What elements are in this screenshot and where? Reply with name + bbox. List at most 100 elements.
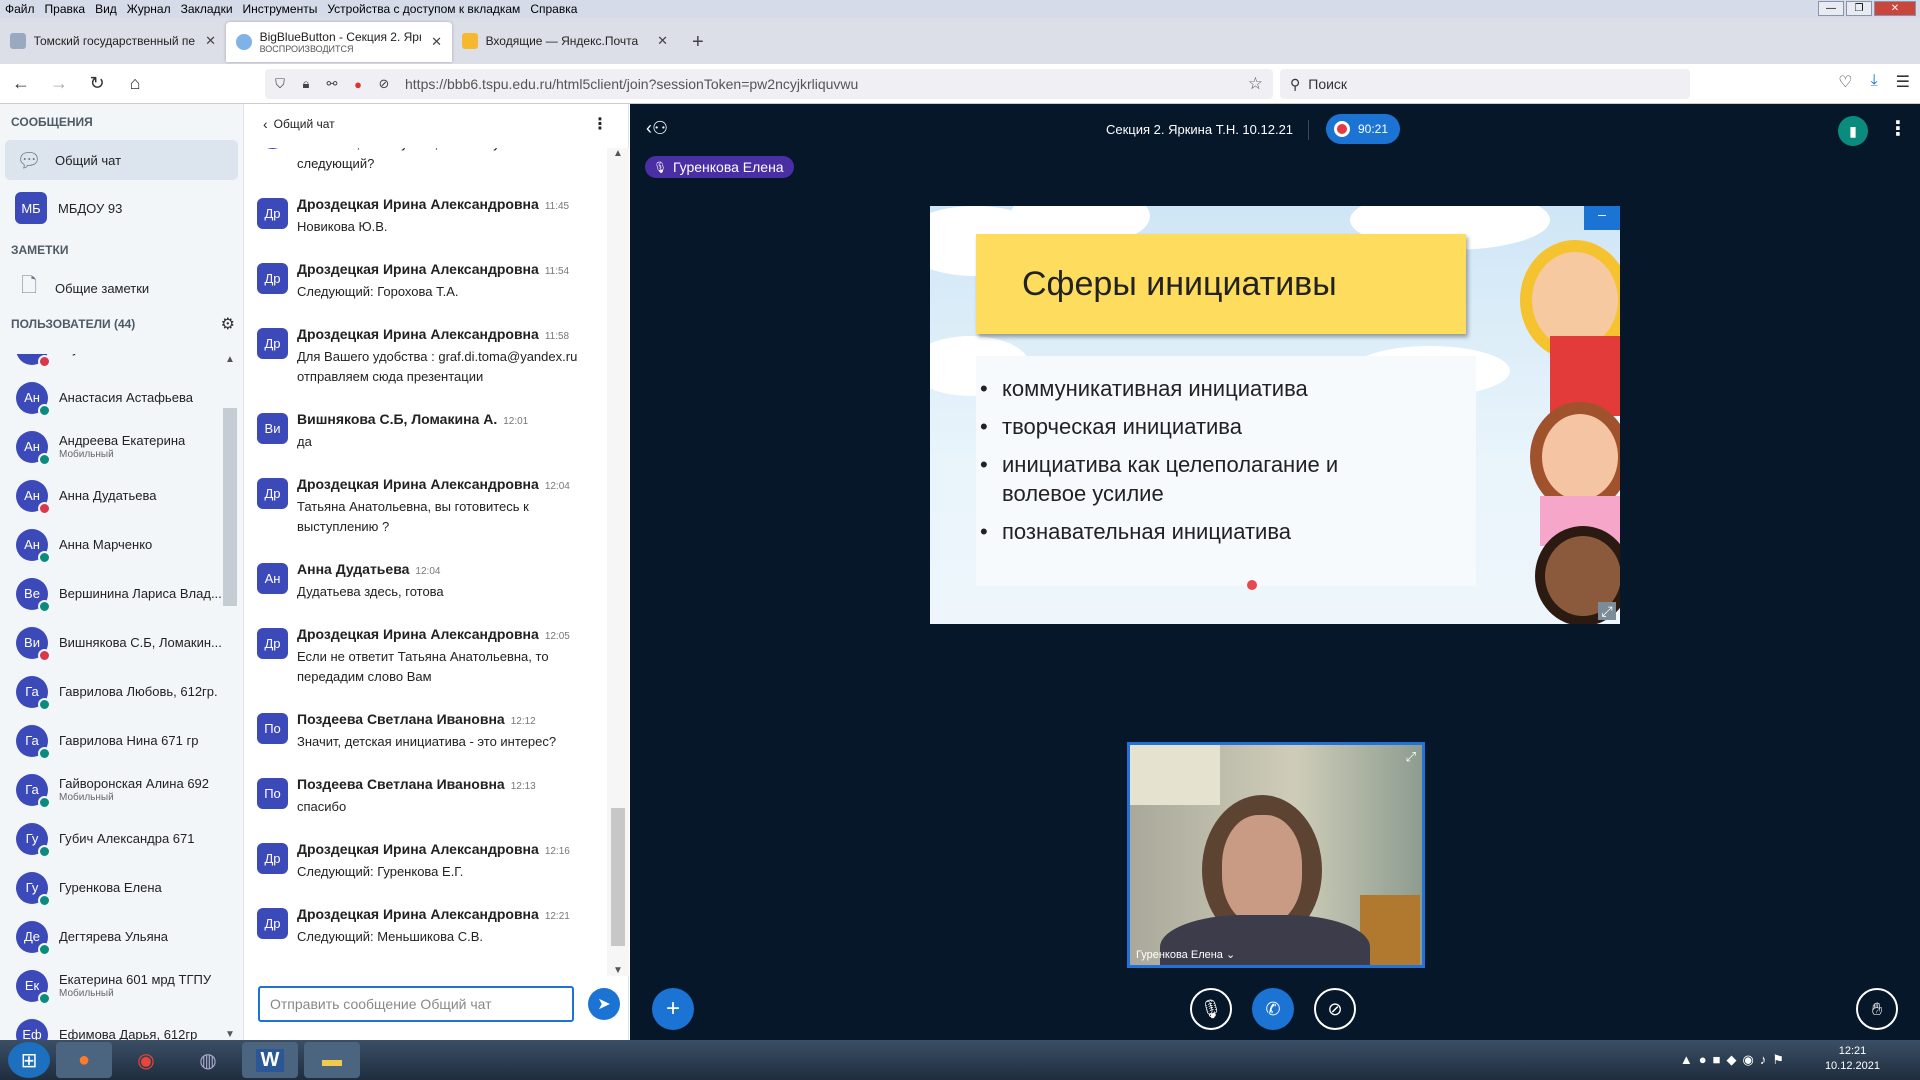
menu-item-7[interactable]: Справка: [525, 2, 582, 16]
connection-status-icon[interactable]: ▮: [1838, 116, 1868, 146]
system-tray-icons[interactable]: ▲●■◆◉♪⚑: [1680, 1052, 1790, 1068]
firefox-taskbar-icon[interactable]: ●: [56, 1042, 112, 1078]
mute-microphone-button[interactable]: 🎙︎: [1190, 988, 1232, 1030]
scroll-thumb[interactable]: [223, 408, 237, 606]
camera-blocked-icon[interactable]: ⊘: [373, 76, 395, 92]
public-chat-item[interactable]: 💬︎ Общий чат: [5, 140, 238, 180]
user-list-item[interactable]: Ве Вершинина Лариса Влад...: [0, 569, 222, 618]
users-toggle-icon[interactable]: ‹⚇: [646, 118, 668, 139]
reload-icon[interactable]: ↻: [80, 69, 114, 99]
url-text[interactable]: https://bbb6.tspu.edu.ru/html5client/joi…: [405, 76, 858, 92]
maximize-button[interactable]: ❐: [1846, 1, 1872, 16]
menu-item-1[interactable]: Правка: [40, 2, 91, 16]
fullscreen-icon[interactable]: ⤢: [1406, 749, 1416, 765]
browser-menubar: Файл Правка Вид Журнал Закладки Инструменты Ус…: [0, 0, 1920, 18]
slide-bullets: коммуникативная инициатива творческая ини…: [980, 374, 1420, 555]
scroll-thumb[interactable]: [611, 808, 625, 946]
chat-title[interactable]: Общий чат: [274, 117, 335, 131]
hamburger-menu-icon[interactable]: ☰: [1896, 72, 1910, 92]
webcam-video[interactable]: ⤢ Гуренкова Елена ⌄: [1127, 742, 1425, 968]
search-bar[interactable]: ⚲ Поиск: [1280, 69, 1690, 99]
user-list-item[interactable]: Га Гайворонская Алина 692 Мобильный: [0, 765, 222, 814]
download-icon[interactable]: ⤓: [1871, 72, 1878, 92]
chat-scrollbar[interactable]: ▲ ▼: [607, 148, 629, 976]
user-list-item[interactable]: Еф Ефимова Дарья, 612гр: [0, 1010, 222, 1040]
close-window-button[interactable]: ✕: [1874, 1, 1916, 16]
user-list-item[interactable]: Ан Анна Дудатьева: [0, 471, 222, 520]
chat-panel: ‹ Общий чат ⋮ напишите, пожалуйста, кто …: [245, 104, 629, 1040]
actions-plus-button[interactable]: +: [652, 988, 694, 1030]
bookmark-star-icon[interactable]: ☆: [1248, 74, 1263, 94]
chrome-taskbar-icon[interactable]: ◉: [118, 1042, 174, 1078]
back-arrow-icon[interactable]: ←: [4, 69, 38, 99]
menu-item-5[interactable]: Инструменты: [238, 2, 323, 16]
user-list-item[interactable]: Ак акулова: [0, 354, 222, 373]
gear-icon[interactable]: ⚙: [221, 314, 235, 334]
lock-icon[interactable]: 🔒︎: [295, 76, 317, 92]
scroll-down-icon[interactable]: ▼: [222, 1029, 238, 1040]
shield-icon[interactable]: ⛉: [269, 76, 291, 92]
home-icon[interactable]: ⌂: [118, 69, 152, 99]
avatar: Ви: [16, 626, 51, 662]
raise-hand-button[interactable]: ✋︎: [1856, 988, 1898, 1030]
user-list-scrollbar[interactable]: ▲ ▼: [222, 354, 238, 1040]
private-chat-item[interactable]: МБ МБДОУ 93: [5, 188, 238, 228]
user-list-item[interactable]: Гу Губич Александра 671: [0, 814, 222, 863]
user-list-item[interactable]: Гу Гуренкова Елена: [0, 863, 222, 912]
taskbar-clock[interactable]: 12:21 10.12.2021: [1825, 1044, 1880, 1074]
menu-item-6[interactable]: Устройства с доступом к вкладкам: [322, 2, 525, 16]
menu-item-0[interactable]: Файл: [0, 2, 40, 16]
muted-microphone-icon: [38, 354, 51, 368]
chat-options-icon[interactable]: ⋮: [592, 114, 608, 134]
user-list-item[interactable]: Де Дегтярева Ульяна: [0, 912, 222, 961]
send-message-button[interactable]: ➤: [588, 988, 620, 1020]
recording-indicator[interactable]: 90:21: [1326, 114, 1400, 144]
start-button[interactable]: ⊞: [8, 1042, 50, 1078]
close-tab-icon[interactable]: ✕: [431, 34, 442, 50]
app-taskbar-icon[interactable]: ◍: [180, 1042, 236, 1078]
tab-tspu[interactable]: Томский государственный пе ✕: [0, 22, 226, 60]
close-tab-icon[interactable]: ✕: [657, 33, 668, 49]
hide-chat-icon[interactable]: ‹: [263, 116, 268, 132]
minimize-button[interactable]: —: [1818, 1, 1844, 16]
leave-audio-button[interactable]: ✆: [1252, 988, 1294, 1030]
message-time: 11:58: [544, 331, 570, 342]
tab-bigbluebutton[interactable]: BigBlueButton - Секция 2. Ярки ВОСПРОИЗВ…: [226, 22, 452, 62]
share-webcam-button[interactable]: ⊘: [1314, 988, 1356, 1030]
microphone-icon[interactable]: ●: [347, 77, 369, 92]
scroll-down-icon[interactable]: ▼: [607, 965, 629, 976]
user-list-item[interactable]: Ан Андреева Екатерина Мобильный: [0, 422, 222, 471]
webcam-user-name[interactable]: Гуренкова Елена ⌄: [1136, 948, 1235, 961]
shared-notes-item[interactable]: 🗋 Общие заметки: [5, 268, 238, 308]
fullscreen-icon[interactable]: ⤢: [1598, 602, 1616, 620]
explorer-taskbar-icon[interactable]: ▬: [304, 1042, 360, 1078]
close-tab-icon[interactable]: ✕: [205, 33, 216, 49]
message-body: Поздеева Светлана Ивановна 12:13 спасибо: [297, 774, 597, 817]
minimize-presentation-button[interactable]: –: [1584, 206, 1620, 230]
forward-arrow-icon[interactable]: →: [42, 69, 76, 99]
user-list-item[interactable]: Ви Вишнякова С.Б, Ломакин...: [0, 618, 222, 667]
talking-indicator[interactable]: 🎙︎ Гуренкова Елена: [645, 156, 794, 178]
chrome-icon: ◉: [137, 1049, 155, 1072]
url-bar[interactable]: ⛉ 🔒︎ ⚯ ● ⊘ https://bbb6.tspu.edu.ru/html…: [265, 69, 1273, 99]
chat-message-input[interactable]: Отправить сообщение Общий чат: [258, 986, 574, 1022]
user-list-item[interactable]: Га Гаврилова Любовь, 612гр.: [0, 667, 222, 716]
menu-item-2[interactable]: Вид: [90, 2, 122, 16]
tab-yandex-mail[interactable]: Входящие — Яндекс.Почта ✕: [452, 22, 678, 60]
user-list-item[interactable]: Ек Екатерина 601 мрд ТГПУ Мобильный: [0, 961, 222, 1010]
user-list-item[interactable]: Ан Анна Марченко: [0, 520, 222, 569]
options-menu-icon[interactable]: ⋮: [1888, 116, 1908, 141]
permissions-icon[interactable]: ⚯: [321, 76, 343, 92]
word-taskbar-icon[interactable]: W: [242, 1042, 298, 1078]
message-text: напишите, пожалуйста, кто выступает след…: [297, 148, 527, 171]
pocket-icon[interactable]: ♡: [1838, 72, 1852, 92]
user-list-item[interactable]: Ан Анастасия Астафьева: [0, 373, 222, 422]
new-tab-button[interactable]: +: [678, 31, 718, 54]
scroll-up-icon[interactable]: ▲: [222, 354, 238, 365]
notes-heading: ЗАМЕТКИ: [11, 243, 69, 257]
menu-item-3[interactable]: Журнал: [122, 2, 176, 16]
user-list-item[interactable]: Га Гаврилова Нина 671 гр: [0, 716, 222, 765]
scroll-up-icon[interactable]: ▲: [607, 148, 629, 159]
menu-item-4[interactable]: Закладки: [176, 2, 238, 16]
slide-bullet: познавательная инициатива: [980, 517, 1420, 546]
